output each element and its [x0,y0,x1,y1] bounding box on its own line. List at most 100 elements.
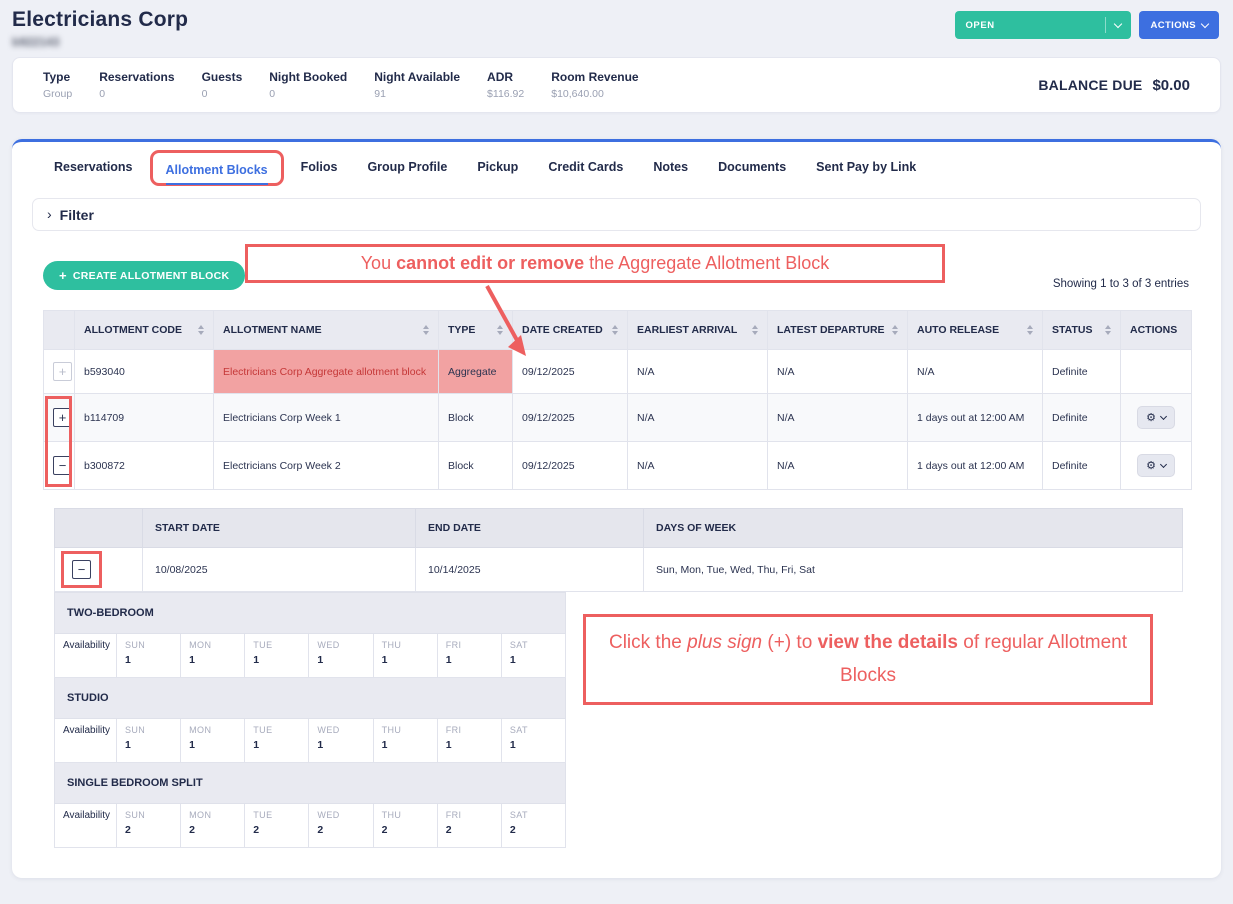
expand-row-button[interactable]: + [53,362,72,381]
cell-type: Block [439,394,513,442]
cell-earliest-arrival: N/A [628,394,768,442]
availability-day-cell: MON1 [181,634,245,678]
column-header-status[interactable]: STATUS [1043,311,1121,350]
cell-auto-release: 1 days out at 12:00 AM [908,394,1043,442]
availability-day-cell: SUN1 [117,719,181,763]
cell-auto-release: N/A [908,350,1043,394]
availability-day-cell: THU1 [373,719,437,763]
group-detail-card: Reservations Allotment Blocks Folios Gro… [12,139,1221,878]
sort-icon[interactable] [423,325,429,335]
tab-notes[interactable]: Notes [653,160,688,180]
sort-icon[interactable] [892,325,898,335]
filter-toggle[interactable]: › Filter [32,198,1201,231]
collapse-detail-button[interactable]: − [72,560,91,579]
cell-type-highlighted: Aggregate [439,350,513,394]
summary-field-reservations: Reservations0 [99,70,174,100]
column-header-latest-departure[interactable]: LATEST DEPARTURE [768,311,908,350]
status-select[interactable]: OPEN [955,11,1131,39]
sort-icon[interactable] [497,325,503,335]
column-header-type[interactable]: TYPE [439,311,513,350]
tab-documents[interactable]: Documents [718,160,786,180]
tab-bar: Reservations Allotment Blocks Folios Gro… [12,142,1221,186]
expand-row-button[interactable]: + [53,408,72,427]
allotment-name-link[interactable]: Electricians Corp Week 2 [214,442,439,490]
tab-reservations[interactable]: Reservations [54,160,133,180]
sort-icon[interactable] [198,325,204,335]
tab-allotment-blocks[interactable]: Allotment Blocks [166,163,268,185]
chevron-right-icon: › [47,206,52,222]
cell-date-created: 09/12/2025 [513,350,628,394]
cell-date-created: 09/12/2025 [513,394,628,442]
detail-row: − 10/08/2025 10/14/2025 Sun, Mon, Tue, W… [55,548,1183,592]
detail-header-row: START DATE END DATE DAYS OF WEEK [55,509,1183,548]
annotation-active-tab-box: Allotment Blocks [150,150,284,186]
row-actions-menu-button[interactable]: ⚙ [1137,406,1175,429]
gear-icon: ⚙ [1146,459,1156,472]
availability-row: Availability SUN1 MON1 TUE1 WED1 THU1 FR… [55,719,566,763]
cell-status: Definite [1043,442,1121,490]
sort-icon[interactable] [612,325,618,335]
column-header-start-date: START DATE [143,509,416,548]
tab-pickup[interactable]: Pickup [477,160,518,180]
detail-expand-column-header [55,509,143,548]
column-header-allotment-name[interactable]: ALLOTMENT NAME [214,311,439,350]
balance-due: BALANCE DUE $0.00 [1038,77,1190,94]
create-allotment-block-button[interactable]: + CREATE ALLOTMENT BLOCK [43,261,245,290]
actions-button[interactable]: ACTIONS [1139,11,1219,39]
column-header-earliest-arrival[interactable]: EARLIEST ARRIVAL [628,311,768,350]
cell-type: Block [439,442,513,490]
availability-day-cell: SUN2 [117,804,181,848]
cell-days-of-week: Sun, Mon, Tue, Wed, Thu, Fri, Sat [644,548,1183,592]
tab-folios[interactable]: Folios [301,160,338,180]
allotment-name-link[interactable]: Electricians Corp Week 1 [214,394,439,442]
cell-allotment-code: b300872 [75,442,214,490]
actions-button-label: ACTIONS [1150,20,1196,31]
availability-label: Availability [55,634,117,678]
cell-allotment-name-highlighted: Electricians Corp Aggregate allotment bl… [214,350,439,394]
column-header-end-date: END DATE [416,509,644,548]
cell-latest-departure: N/A [768,350,908,394]
balance-due-value: $0.00 [1152,77,1190,94]
availability-label: Availability [55,719,117,763]
expanded-block-details: START DATE END DATE DAYS OF WEEK − 10/08… [54,508,1182,848]
column-header-auto-release[interactable]: AUTO RELEASE [908,311,1043,350]
availability-day-cell: WED1 [309,634,373,678]
availability-day-cell: SAT1 [501,719,565,763]
page-header: Electricians Corp b922143 OPEN ACTIONS [0,0,1233,53]
availability-day-cell: FRI2 [437,804,501,848]
tab-group-profile[interactable]: Group Profile [367,160,447,180]
availability-day-cell: SAT2 [501,804,565,848]
cell-status: Definite [1043,350,1121,394]
sort-icon[interactable] [1027,325,1033,335]
summary-field-type: TypeGroup [43,70,72,100]
row-actions-menu-button[interactable]: ⚙ [1137,454,1175,477]
cell-auto-release: 1 days out at 12:00 AM [908,442,1043,490]
column-header-allotment-code[interactable]: ALLOTMENT CODE [75,311,214,350]
summary-field-guests: Guests0 [202,70,243,100]
cell-latest-departure: N/A [768,442,908,490]
chevron-down-icon [1160,413,1167,420]
collapse-row-button[interactable]: − [53,456,72,475]
room-type-header: SINGLE BEDROOM SPLIT [55,763,566,804]
availability-label: Availability [55,804,117,848]
allotment-table-wrap: ALLOTMENT CODE ALLOTMENT NAME TYPE DATE … [43,310,1190,490]
sort-icon[interactable] [1105,325,1111,335]
tab-credit-cards[interactable]: Credit Cards [548,160,623,180]
chevron-down-icon [1201,19,1209,27]
availability-day-cell: FRI1 [437,719,501,763]
availability-day-cell: TUE2 [245,804,309,848]
gear-icon: ⚙ [1146,411,1156,424]
balance-due-label: BALANCE DUE [1038,77,1142,93]
availability-day-cell: WED1 [309,719,373,763]
column-header-date-created[interactable]: DATE CREATED [513,311,628,350]
availability-day-cell: TUE1 [245,634,309,678]
availability-row: Availability SUN2 MON2 TUE2 WED2 THU2 FR… [55,804,566,848]
cell-actions-empty [1121,350,1192,394]
availability-day-cell: WED2 [309,804,373,848]
sort-icon[interactable] [752,325,758,335]
annotation-aggregate-note: You cannot edit or remove the Aggregate … [245,244,945,283]
status-select-value: OPEN [965,20,994,31]
availability-day-cell: SAT1 [501,634,565,678]
tab-sent-pay-by-link[interactable]: Sent Pay by Link [816,160,916,180]
showing-entries-text: Showing 1 to 3 of 3 entries [1053,278,1189,290]
